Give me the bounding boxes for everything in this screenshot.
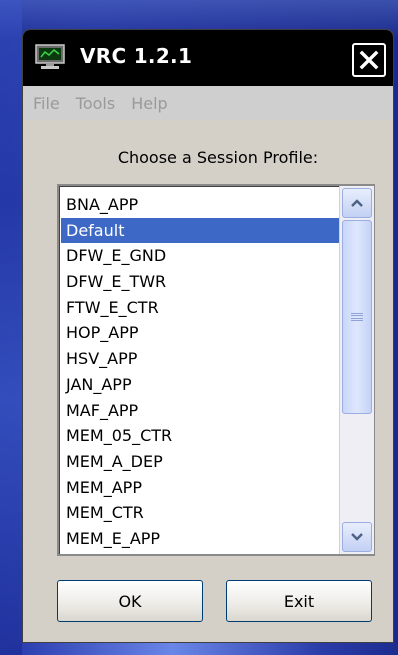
list-item[interactable]: DFW_E_GND <box>61 243 339 269</box>
exit-button[interactable]: Exit <box>226 580 372 622</box>
menu-file[interactable]: File <box>27 94 66 113</box>
chevron-up-icon <box>351 199 363 207</box>
list-item[interactable]: HSV_APP <box>61 346 339 372</box>
scroll-thumb[interactable] <box>342 220 372 414</box>
menu-tools[interactable]: Tools <box>70 94 121 113</box>
list-item[interactable]: MEM_E_APP <box>61 526 339 552</box>
scroll-down-button[interactable] <box>342 522 372 552</box>
chevron-down-icon <box>351 533 363 541</box>
scroll-up-button[interactable] <box>342 188 372 218</box>
list-item[interactable]: MEM_APP <box>61 475 339 501</box>
list-item-selected[interactable]: Default <box>61 217 339 244</box>
vertical-scrollbar[interactable] <box>339 186 374 554</box>
grip-icon <box>351 312 363 322</box>
list-item[interactable]: JAN_APP <box>61 372 339 398</box>
desktop-bottom-edge <box>22 643 398 655</box>
list-item[interactable]: MAF_APP <box>61 398 339 424</box>
window-title: VRC 1.2.1 <box>80 44 193 68</box>
desktop-left-edge <box>0 0 22 655</box>
list-item[interactable]: MEM_CTR <box>61 500 339 526</box>
close-button[interactable] <box>352 43 386 77</box>
menu-bar: File Tools Help <box>23 86 393 120</box>
session-profile-dialog: VRC 1.2.1 File Tools Help Choose a Sessi… <box>22 29 394 643</box>
list-item[interactable]: HOP_APP <box>61 320 339 346</box>
monitor-icon <box>35 44 65 69</box>
list-item[interactable]: MEM_A_DEP <box>61 449 339 475</box>
profile-listbox[interactable]: BNA_APP Default DFW_E_GND DFW_E_TWR FTW_… <box>57 184 375 556</box>
list-item[interactable]: MEM_05_CTR <box>61 423 339 449</box>
prompt-label: Choose a Session Profile: <box>117 148 319 167</box>
list-item[interactable]: FTW_E_CTR <box>61 295 339 321</box>
list-item[interactable]: BNA_APP <box>61 192 339 218</box>
title-bar[interactable]: VRC 1.2.1 <box>23 30 393 87</box>
ok-button[interactable]: OK <box>57 580 203 622</box>
close-icon <box>359 50 379 70</box>
list-item[interactable]: DFW_E_TWR <box>61 269 339 295</box>
profile-list: BNA_APP Default DFW_E_GND DFW_E_TWR FTW_… <box>61 192 339 552</box>
menu-help[interactable]: Help <box>125 94 173 113</box>
